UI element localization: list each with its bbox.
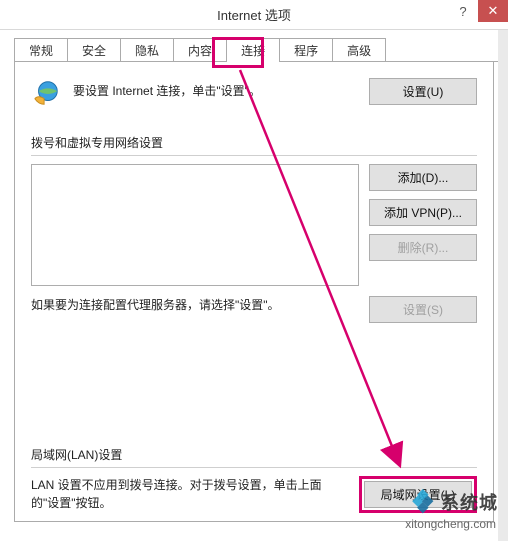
help-button[interactable]: ? bbox=[448, 0, 478, 22]
globe-icon bbox=[31, 78, 61, 108]
proxy-text: 如果要为连接配置代理服务器，请选择"设置"。 bbox=[31, 296, 369, 313]
connections-listbox[interactable] bbox=[31, 164, 359, 286]
watermark-url: xitongcheng.com bbox=[405, 517, 496, 531]
dial-buttons: 添加(D)... 添加 VPN(P)... 删除(R)... bbox=[369, 164, 477, 261]
divider bbox=[31, 155, 477, 156]
tab-general[interactable]: 常规 bbox=[14, 38, 68, 62]
tab-advanced[interactable]: 高级 bbox=[332, 38, 386, 62]
dial-row: 添加(D)... 添加 VPN(P)... 删除(R)... bbox=[31, 164, 477, 286]
tab-programs[interactable]: 程序 bbox=[279, 38, 333, 62]
watermark: 系统城 bbox=[409, 489, 498, 515]
lan-text: LAN 设置不应用到拨号连接。对于拨号设置，单击上面的"设置"按钮。 bbox=[31, 476, 359, 512]
watermark-logo-icon bbox=[409, 489, 435, 515]
dial-settings-button: 设置(S) bbox=[369, 296, 477, 323]
window-title: Internet 选项 bbox=[217, 5, 291, 24]
dial-group-label: 拨号和虚拟专用网络设置 bbox=[31, 134, 477, 151]
tab-panel: 要设置 Internet 连接，单击"设置"。 设置(U) 拨号和虚拟专用网络设… bbox=[14, 62, 494, 522]
right-strip bbox=[498, 30, 508, 541]
add-vpn-button[interactable]: 添加 VPN(P)... bbox=[369, 199, 477, 226]
setup-row: 要设置 Internet 连接，单击"设置"。 设置(U) bbox=[31, 78, 477, 108]
add-button[interactable]: 添加(D)... bbox=[369, 164, 477, 191]
dialog-body: 常规 安全 隐私 内容 连接 程序 高级 要设置 Internet 连接，单击"… bbox=[0, 30, 508, 522]
close-button[interactable]: ✕ bbox=[478, 0, 508, 22]
tab-connections-label: 连接 bbox=[241, 44, 265, 58]
proxy-row: 如果要为连接配置代理服务器，请选择"设置"。 设置(S) bbox=[31, 296, 477, 323]
tab-privacy[interactable]: 隐私 bbox=[120, 38, 174, 62]
watermark-text: 系统城 bbox=[441, 489, 498, 515]
setup-button[interactable]: 设置(U) bbox=[369, 78, 477, 105]
remove-button: 删除(R)... bbox=[369, 234, 477, 261]
tab-connections[interactable]: 连接 bbox=[226, 38, 280, 62]
window-buttons: ? ✕ bbox=[448, 0, 508, 22]
tab-security[interactable]: 安全 bbox=[67, 38, 121, 62]
tabbar: 常规 安全 隐私 内容 连接 程序 高级 bbox=[14, 38, 494, 62]
titlebar: Internet 选项 ? ✕ bbox=[0, 0, 508, 30]
divider bbox=[31, 467, 477, 468]
setup-text: 要设置 Internet 连接，单击"设置"。 bbox=[73, 78, 369, 99]
lan-group-label: 局域网(LAN)设置 bbox=[31, 446, 477, 463]
tab-content[interactable]: 内容 bbox=[173, 38, 227, 62]
